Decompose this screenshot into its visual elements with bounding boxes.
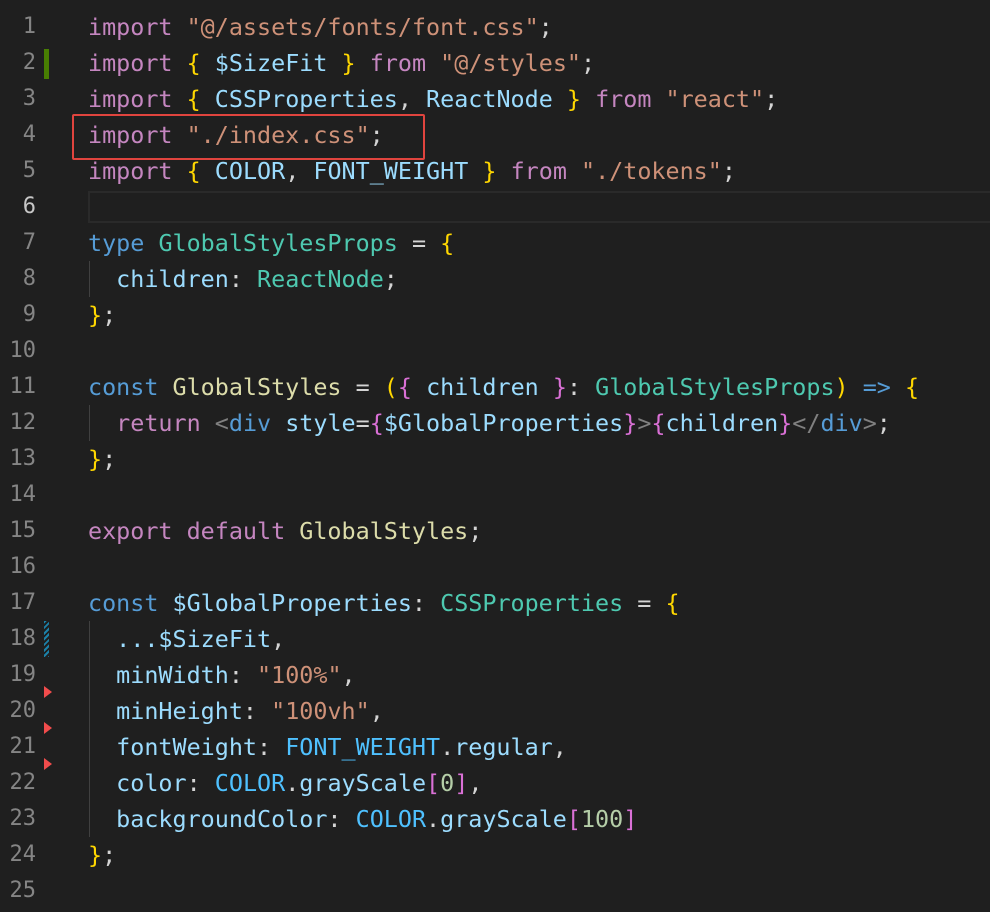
code-line-8: children: ReactNode; xyxy=(116,265,398,293)
identifier: CSSProperties xyxy=(214,85,398,113)
code-line-7: type GlobalStylesProps = { xyxy=(88,229,455,257)
type-name: CSSProperties xyxy=(440,589,624,617)
keyword: import xyxy=(88,13,173,41)
spread-identifier: ...$SizeFit xyxy=(116,625,272,653)
string-literal: "@/styles" xyxy=(440,49,581,77)
identifier: GlobalStyles xyxy=(299,517,469,545)
keyword: return xyxy=(116,409,201,437)
property: grayScale xyxy=(440,805,567,833)
code-line-3: import { CSSProperties, ReactNode } from… xyxy=(88,85,779,113)
property: children xyxy=(116,265,229,293)
keyword: const xyxy=(88,373,159,401)
keyword: type xyxy=(88,229,145,257)
code-line-24: }; xyxy=(88,841,117,869)
property: regular xyxy=(454,733,553,761)
string-literal: "react" xyxy=(665,85,765,113)
type-name: GlobalStylesProps xyxy=(595,373,835,401)
code-editor[interactable]: 1 2 3 4 5 6 7 8 9 10 11 12 13 14 15 16 1… xyxy=(0,0,990,912)
type-name: ReactNode xyxy=(257,265,384,293)
identifier: FONT_WEIGHT xyxy=(313,157,469,185)
code-line-15: export default GlobalStyles; xyxy=(88,517,483,545)
property: backgroundColor xyxy=(116,805,328,833)
code-line-19: minWidth: "100%", xyxy=(116,661,356,689)
keyword: export xyxy=(88,517,173,545)
property: minHeight xyxy=(116,697,243,725)
keyword: from xyxy=(595,85,652,113)
string-literal: "100%" xyxy=(257,661,342,689)
string-literal: "@/assets/fonts/font.css" xyxy=(186,13,539,41)
property: color xyxy=(116,769,187,797)
code-line-22: color: COLOR.grayScale[0], xyxy=(116,769,483,797)
property: fontWeight xyxy=(116,733,257,761)
code-line-12: return <div style={$GlobalProperties}>{c… xyxy=(116,409,891,437)
code-line-13: }; xyxy=(88,445,117,473)
identifier: $GlobalProperties xyxy=(383,409,624,437)
code-line-21: fontWeight: FONT_WEIGHT.regular, xyxy=(116,733,567,761)
code-line-18: ...$SizeFit, xyxy=(116,625,286,653)
identifier: ReactNode xyxy=(426,85,553,113)
current-line-highlight xyxy=(88,191,990,223)
number-literal: 100 xyxy=(580,805,624,833)
code-line-2: import { $SizeFit } from "@/styles"; xyxy=(88,49,596,77)
keyword: import xyxy=(88,85,173,113)
property: grayScale xyxy=(299,769,427,797)
identifier: children xyxy=(665,409,779,437)
property: minWidth xyxy=(116,661,229,689)
keyword: from xyxy=(510,157,567,185)
number-literal: 0 xyxy=(440,769,455,797)
constant: COLOR xyxy=(214,769,286,797)
keyword: import xyxy=(88,157,173,185)
identifier: COLOR xyxy=(214,157,286,185)
jsx-attribute: style xyxy=(285,409,356,437)
identifier: $SizeFit xyxy=(214,49,328,77)
function-name: GlobalStyles xyxy=(172,373,342,401)
code-line-23: backgroundColor: COLOR.grayScale[100] xyxy=(116,805,638,833)
highlight-annotation-box xyxy=(72,114,425,160)
code-line-9: }; xyxy=(88,301,117,329)
code-line-1: import "@/assets/fonts/font.css"; xyxy=(88,13,553,41)
code-area[interactable]: import "@/assets/fonts/font.css"; import… xyxy=(0,0,990,912)
keyword: from xyxy=(369,49,427,77)
parameter: children xyxy=(426,373,539,401)
string-literal: "100vh" xyxy=(271,697,370,725)
identifier: $GlobalProperties xyxy=(172,589,412,617)
type-name: GlobalStylesProps xyxy=(158,229,398,257)
code-line-17: const $GlobalProperties: CSSProperties =… xyxy=(88,589,680,617)
jsx-tag: div xyxy=(820,409,863,437)
jsx-tag: div xyxy=(228,409,272,437)
keyword: import xyxy=(88,49,173,77)
constant: COLOR xyxy=(355,805,427,833)
constant: FONT_WEIGHT xyxy=(285,733,441,761)
keyword: const xyxy=(88,589,159,617)
keyword: default xyxy=(186,517,286,545)
string-literal: "./tokens" xyxy=(581,157,722,185)
code-line-20: minHeight: "100vh", xyxy=(116,697,384,725)
code-line-11: const GlobalStyles = ({ children }: Glob… xyxy=(88,373,920,401)
